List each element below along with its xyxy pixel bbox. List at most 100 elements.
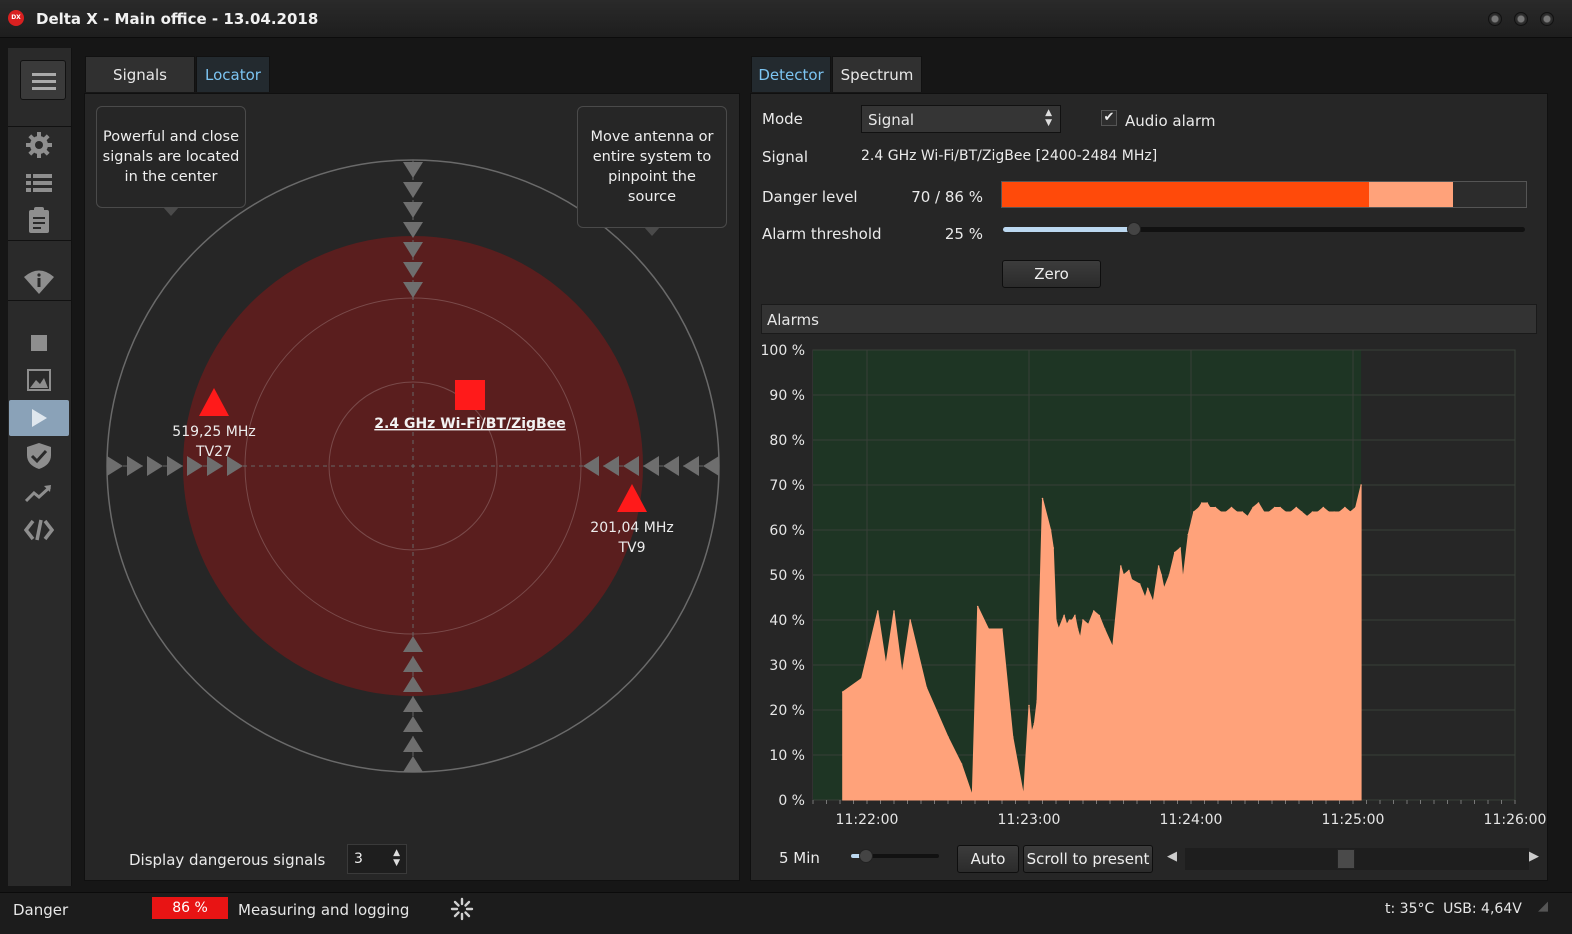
- signal-freq-label-0: 519,25 MHz: [172, 424, 255, 440]
- y-tick-label: 60 %: [769, 523, 805, 539]
- busy-spinner-icon: [450, 897, 474, 921]
- area-data-point: [1322, 506, 1325, 509]
- display-count-stepper[interactable]: 3 ▲ ▼: [347, 844, 407, 874]
- time-window-slider[interactable]: [851, 849, 939, 863]
- area-data-point: [1122, 574, 1125, 576]
- trend-chart-icon[interactable]: [9, 475, 69, 511]
- arrow-right-icon: [147, 456, 163, 476]
- y-tick-label: 50 %: [769, 568, 805, 584]
- area-data-point: [1076, 628, 1079, 630]
- resize-grip-icon[interactable]: ◢: [1538, 899, 1548, 914]
- code-link-icon[interactable]: [9, 512, 69, 548]
- area-data-point: [1049, 529, 1052, 531]
- tab-signals[interactable]: Signals: [85, 56, 195, 92]
- y-tick-label: 40 %: [769, 613, 805, 629]
- audio-alarm-checkbox[interactable]: ✔: [1101, 110, 1117, 126]
- area-data-point: [1130, 578, 1133, 581]
- scrollbar-track[interactable]: [1185, 848, 1529, 870]
- area-data-point: [1268, 511, 1271, 513]
- area-data-point: [1030, 731, 1033, 734]
- area-data-point: [1273, 506, 1276, 509]
- maximize-button[interactable]: [1514, 12, 1528, 26]
- area-data-point: [1306, 515, 1308, 518]
- arrow-left-icon: [663, 456, 679, 476]
- area-data-point: [1295, 506, 1298, 509]
- stop-icon[interactable]: [9, 325, 69, 361]
- area-data-point: [1057, 628, 1060, 630]
- alarms-chart: 100 % 90 % 80 % 70 % 60 % 50 % 40 % 30 % 20 % 10 …: [761, 343, 1547, 828]
- play-icon[interactable]: [9, 400, 69, 436]
- area-data-point: [841, 691, 844, 693]
- signal-name-label-1: TV9: [617, 540, 645, 556]
- x-tick-label: 11:23:00: [998, 812, 1061, 828]
- area-data-point: [1066, 623, 1068, 626]
- signal-freq-label-1: 201,04 MHz: [590, 520, 673, 536]
- arrow-down-icon: [403, 202, 423, 218]
- area-data-point: [1236, 511, 1238, 513]
- y-tick-label: 10 %: [769, 748, 805, 764]
- tab-detector[interactable]: Detector: [751, 56, 831, 92]
- danger-level-value: 70 / 86 %: [911, 188, 983, 206]
- area-data-point: [1174, 551, 1176, 554]
- area-data-point: [1257, 502, 1260, 504]
- x-tick-label: 11:24:00: [1160, 812, 1223, 828]
- area-data-point: [1241, 511, 1244, 513]
- title-bar: DX Delta X - Main office - 13.04.2018: [0, 0, 1572, 38]
- threshold-slider-handle[interactable]: [1126, 222, 1141, 236]
- arrow-right-icon: [167, 456, 183, 476]
- scroll-right-icon[interactable]: ▶: [1529, 849, 1539, 864]
- area-data-point: [1214, 506, 1217, 509]
- area-data-point: [1157, 565, 1160, 567]
- alarms-title: Alarms: [767, 311, 819, 329]
- arrow-up-icon: [403, 736, 423, 752]
- stepper-arrows-icon[interactable]: ▲ ▼: [393, 848, 400, 868]
- area-data-point: [1187, 533, 1190, 536]
- area-data-point: [1192, 511, 1195, 513]
- window-title: Delta X - Main office - 13.04.2018: [36, 10, 319, 28]
- area-data-point: [1311, 511, 1314, 513]
- close-button[interactable]: [1540, 12, 1554, 26]
- wifi-signal-icon[interactable]: [9, 264, 69, 300]
- area-data-point: [1360, 484, 1362, 486]
- area-data-point: [987, 628, 990, 630]
- list-icon[interactable]: [9, 165, 69, 201]
- tab-locator[interactable]: Locator: [196, 56, 270, 92]
- mode-select[interactable]: Signal ▲ ▼: [861, 105, 1061, 133]
- horizontal-scrollbar[interactable]: ◀ ▶: [1165, 848, 1545, 870]
- area-data-point: [1252, 506, 1254, 509]
- scroll-to-present-button[interactable]: Scroll to present: [1023, 845, 1153, 873]
- area-data-point: [1068, 619, 1071, 621]
- y-tick-label: 0 %: [778, 793, 805, 809]
- activity-text: Measuring and logging: [238, 901, 410, 919]
- tooltip-center-hint: Powerful and close signals are located i…: [96, 106, 246, 216]
- tab-spectrum[interactable]: Spectrum: [832, 56, 922, 92]
- auto-button[interactable]: Auto: [957, 845, 1019, 873]
- area-data-point: [1128, 569, 1130, 572]
- area-data-point: [1284, 511, 1287, 513]
- area-data-point: [1144, 596, 1146, 599]
- zero-button[interactable]: Zero: [1002, 260, 1101, 288]
- scrollbar-thumb[interactable]: [1337, 849, 1355, 869]
- area-data-point: [1290, 511, 1292, 513]
- time-window-handle[interactable]: [859, 849, 873, 863]
- area-data-point: [1354, 506, 1357, 509]
- app-logo-icon: DX: [8, 10, 24, 26]
- area-data-point: [1055, 619, 1057, 621]
- select-arrows-icon: ▲ ▼: [1045, 108, 1052, 128]
- shield-check-icon[interactable]: [9, 438, 69, 474]
- area-data-point: [1098, 614, 1100, 617]
- minimize-button[interactable]: [1488, 12, 1502, 26]
- clipboard-icon[interactable]: [9, 202, 69, 238]
- arrow-down-icon: [403, 182, 423, 198]
- y-tick-label: 80 %: [769, 433, 805, 449]
- area-data-point: [925, 686, 928, 689]
- area-data-point: [1300, 511, 1303, 513]
- danger-badge: 86 %: [152, 897, 228, 919]
- image-icon[interactable]: [9, 362, 69, 398]
- alarm-threshold-slider[interactable]: [1003, 222, 1525, 236]
- mode-select-value: Signal: [868, 111, 915, 129]
- scroll-left-icon[interactable]: ◀: [1167, 849, 1177, 864]
- hamburger-menu-button[interactable]: [20, 60, 66, 100]
- settings-gear-icon[interactable]: [9, 127, 69, 163]
- area-data-point: [1163, 587, 1165, 590]
